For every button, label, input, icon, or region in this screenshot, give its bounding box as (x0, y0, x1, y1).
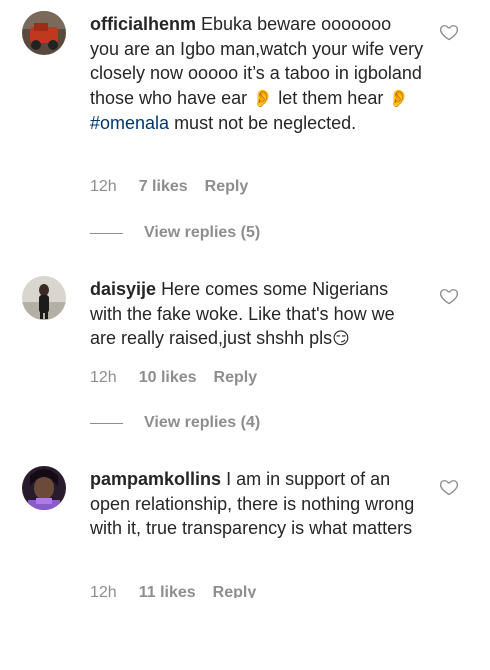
divider (90, 422, 123, 424)
timestamp: 12h (90, 584, 117, 598)
view-replies-button[interactable]: View replies (4) (90, 414, 260, 432)
view-replies-button[interactable]: View replies (5) (90, 224, 260, 242)
reply-button[interactable]: Reply (213, 584, 257, 598)
like-heart-icon[interactable] (439, 22, 459, 42)
username[interactable]: officialhenm (90, 14, 196, 34)
like-heart-icon[interactable] (439, 286, 459, 306)
avatar[interactable] (22, 11, 66, 55)
timestamp: 12h (90, 369, 117, 386)
comment-text: officialhenm Ebuka beware ooooooo you ar… (90, 14, 424, 133)
likes-count[interactable]: 7 likes (139, 178, 188, 196)
reply-button[interactable]: Reply (214, 369, 258, 387)
username[interactable]: pampamkollins (90, 469, 221, 489)
smirk-emoji: 😏 (332, 329, 350, 349)
comment-text: pampamkollins I am in support of an open… (90, 469, 415, 538)
hashtag-link[interactable]: #omenala (90, 113, 169, 133)
avatar[interactable] (22, 466, 66, 510)
likes-count[interactable]: 11 likes (139, 584, 196, 598)
comment-meta: 12h 7 likes Reply (90, 178, 248, 196)
reply-button[interactable]: Reply (205, 178, 249, 196)
timestamp: 12h (90, 178, 117, 195)
username[interactable]: daisyije (90, 279, 156, 299)
ear-emoji: 👂 (252, 88, 274, 109)
comment-meta: 12h 10 likes Reply (90, 369, 257, 387)
like-heart-icon[interactable] (439, 477, 459, 497)
likes-count[interactable]: 10 likes (139, 369, 197, 387)
divider (90, 232, 123, 234)
clipped-meta-row: 12h 11 likes Reply (0, 584, 490, 598)
comment-meta: 12h 11 likes Reply (90, 584, 256, 598)
avatar[interactable] (22, 276, 66, 320)
ear-emoji: 👂 (388, 88, 410, 109)
comment-text: daisyije Here comes some Nigerians with … (90, 279, 395, 349)
